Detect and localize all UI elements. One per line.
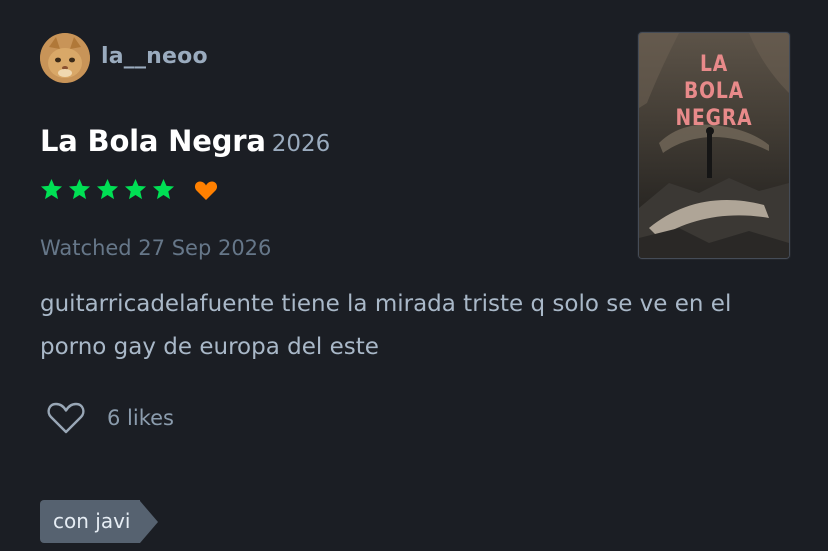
poster-title-line: BOLA xyxy=(684,79,744,104)
star-icon xyxy=(40,178,63,200)
watched-date: Watched 27 Sep 2026 xyxy=(40,236,272,260)
poster-title-line: LA xyxy=(699,52,729,77)
star-icon xyxy=(124,178,147,200)
likes-count[interactable]: 6 likes xyxy=(107,406,174,430)
tag-arrow xyxy=(140,500,159,543)
star-icon xyxy=(96,178,119,200)
cat-avatar-icon xyxy=(40,33,90,83)
liked-heart-icon xyxy=(194,181,218,200)
star-icon xyxy=(152,178,175,200)
film-title[interactable]: La Bola Negra xyxy=(40,124,266,158)
poster-title: LA BOLA NEGRA xyxy=(650,51,778,132)
poster-title-line: NEGRA xyxy=(675,106,753,131)
user-avatar[interactable] xyxy=(40,33,90,83)
film-year[interactable]: 2026 xyxy=(272,131,331,157)
review-text: guitarricadelafuente tiene la mirada tri… xyxy=(40,291,732,360)
review-tag[interactable]: con javi xyxy=(40,500,159,543)
heart-outline-icon[interactable] xyxy=(46,401,86,435)
tag-label: con javi xyxy=(40,500,141,543)
film-poster[interactable]: LA BOLA NEGRA xyxy=(638,32,790,259)
star-icon xyxy=(68,178,91,200)
rating xyxy=(40,178,218,201)
film-title-row: La Bola Negra 2026 xyxy=(40,124,330,158)
likes-section: 6 likes xyxy=(46,401,174,435)
username[interactable]: la__neoo xyxy=(101,44,208,69)
